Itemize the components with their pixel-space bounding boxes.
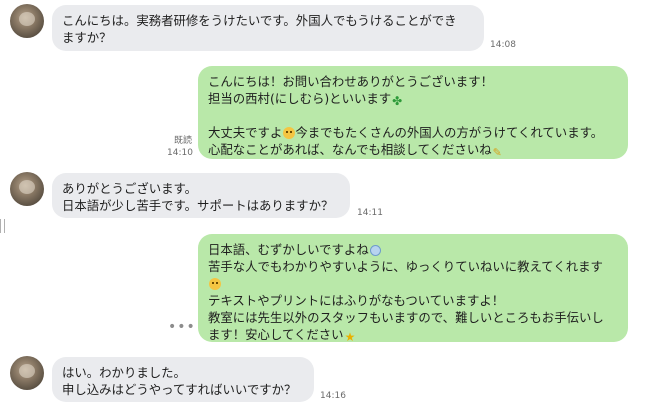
message-text: 教室には先生以外のスタッフもいますので、難しいところもお手伝いし	[208, 310, 604, 325]
message-text: はい。わかりました。	[62, 365, 186, 380]
smile-face-icon	[283, 127, 296, 139]
message-timestamp: 14:16	[320, 391, 346, 401]
sweat-drop-icon	[369, 245, 381, 256]
message-text: テキストやプリントにはふりがなもついていますよ！	[208, 293, 505, 308]
message-text: 申し込みはどうやってすればいいですか？	[62, 382, 297, 397]
incoming-message-bubble: はい。わかりました。 申し込みはどうやってすればいいですか？	[52, 357, 314, 402]
outgoing-message-bubble: 日本語、むずかしいですよね 苦手な人でもわかりやすいように、ゆっくりていねいに教…	[198, 234, 628, 344]
read-receipt: 既読	[174, 136, 193, 146]
avatar[interactable]	[10, 172, 44, 206]
outgoing-message-bubble: こんにちは！お問い合わせありがとうございます！ 担当の西村(にしむら)といいます…	[198, 66, 628, 159]
message-text: ありがとうございます。	[62, 181, 198, 196]
incoming-message-bubble: ありがとうございます。 日本語が少し苦手です。サポートはありますか？	[52, 173, 350, 218]
message-text: ます！安心してください	[208, 327, 344, 342]
smile-face-icon	[209, 278, 221, 290]
message-timestamp: 14:10	[167, 148, 193, 158]
message-text: こんにちは！お問い合わせありがとうございます！	[208, 74, 493, 89]
avatar[interactable]	[10, 4, 44, 38]
avatar[interactable]	[10, 356, 44, 390]
message-text: 大丈夫ですよ	[208, 125, 283, 140]
incoming-message-bubble: こんにちは。実務者研修をうけたいです。外国人でもうけることができ ますか？	[52, 5, 484, 51]
message-text: 担当の西村(にしむら)といいます	[208, 91, 392, 106]
sparkle-icon: ✎	[492, 146, 502, 159]
message-timestamp: 14:11	[357, 208, 383, 218]
scroll-edge-marker	[0, 219, 5, 233]
more-options-icon[interactable]: •••	[168, 319, 196, 335]
star-icon: ★	[344, 330, 356, 344]
message-timestamp: 14:08	[490, 40, 516, 50]
clover-icon: ✤	[392, 94, 403, 108]
message-text: ますか？	[62, 30, 112, 45]
message-text: 日本語、むずかしいですよね	[208, 242, 369, 257]
message-text: 苦手な人でもわかりやすいように、ゆっくりていねいに教えてくれます	[208, 259, 603, 274]
message-text: 今までもたくさんの外国人の方がうけてくれています。	[295, 125, 604, 140]
message-text: こんにちは。実務者研修をうけたいです。外国人でもうけることができ	[62, 13, 457, 28]
message-text: 日本語が少し苦手です。サポートはありますか？	[62, 198, 334, 213]
message-text: 心配なことがあれば、なんでも相談してくださいね	[208, 142, 492, 157]
